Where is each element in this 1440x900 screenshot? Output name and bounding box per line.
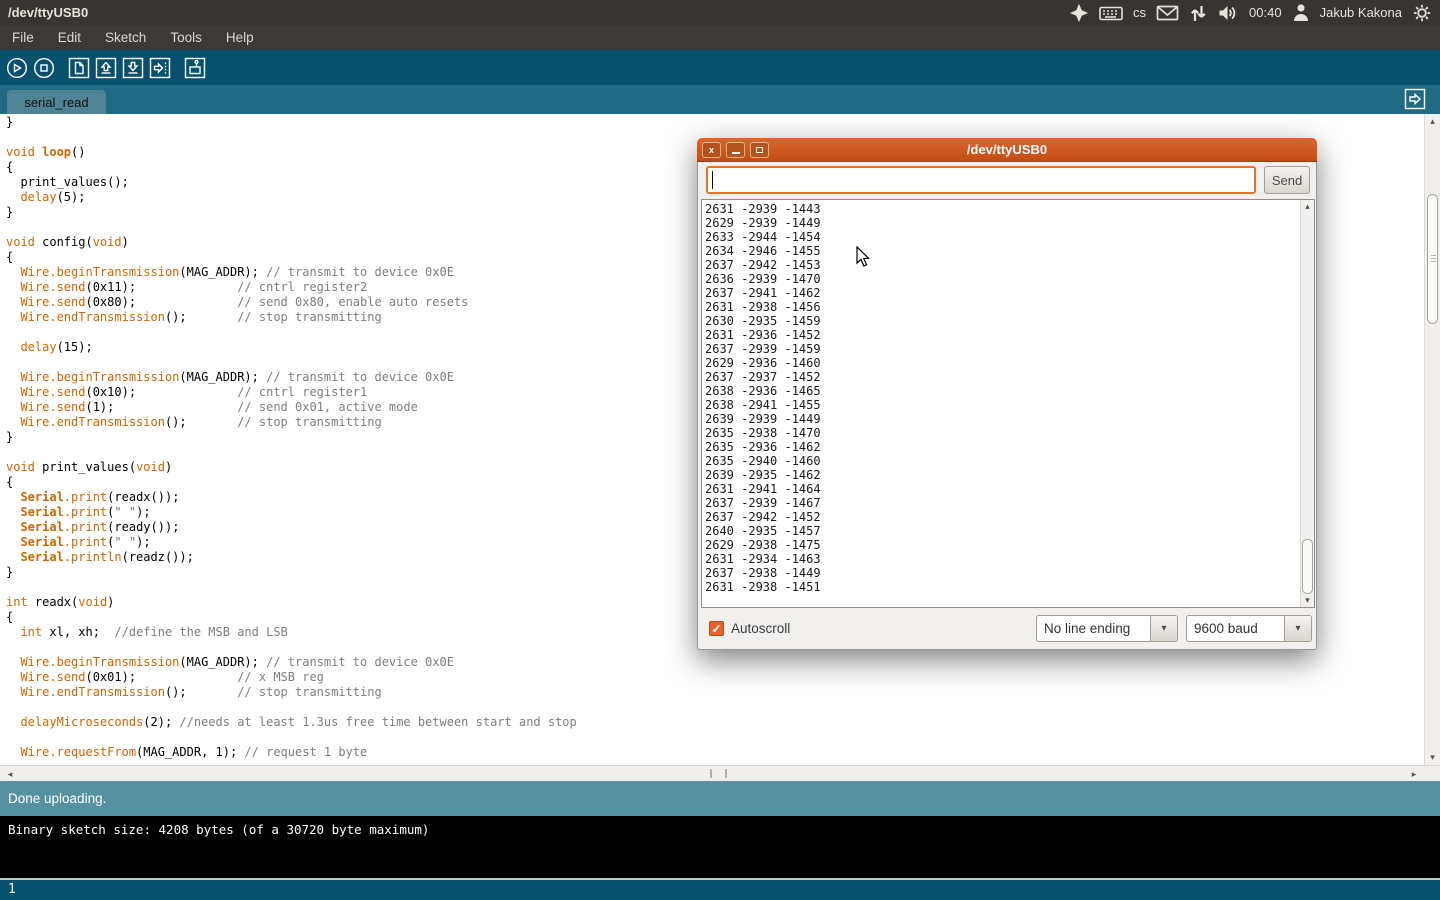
serial-output-area: 2631 -2939 -14432629 -2939 -14492633 -29… [701,199,1315,608]
close-icon[interactable]: x [702,142,721,158]
serial-monitor-title: /dev/ttyUSB0 [697,142,1317,157]
scroll-down-arrow[interactable]: ▾ [1425,753,1440,762]
serial-scroll-up-arrow[interactable]: ▴ [1301,202,1314,211]
new-sketch-button[interactable] [68,57,90,79]
tab-bar: serial_read [0,85,1440,114]
serial-scrollbar[interactable]: ▴ ▾ [1300,200,1314,607]
tab-label: serial_read [24,95,88,110]
current-line-number: 1 [8,882,16,897]
serial-monitor-bottom-bar: ✓ Autoscroll No line ending ▾ 9600 baud … [698,608,1316,650]
serial-monitor-titlebar[interactable]: x /dev/ttyUSB0 [697,138,1317,162]
ubuntuone-icon[interactable] [1069,3,1089,23]
editor-horizontal-scrollbar[interactable]: ◂ ▸ [0,765,1440,781]
save-sketch-button[interactable] [122,57,144,79]
editor-vscroll-thumb[interactable] [1427,194,1438,324]
serial-scroll-down-arrow[interactable]: ▾ [1301,596,1314,605]
baud-rate-dropdown[interactable]: 9600 baud ▾ [1186,615,1312,642]
status-message: Done uploading. [8,791,106,806]
autoscroll-label: Autoscroll [731,621,790,636]
keyboard-icon[interactable] [1099,3,1123,23]
status-bar: Done uploading. [0,781,1440,816]
menu-help[interactable]: Help [214,27,266,48]
volume-icon[interactable] [1217,3,1239,23]
serial-scroll-thumb[interactable] [1302,539,1313,594]
toolbar [0,50,1440,85]
line-ending-value: No line ending [1037,616,1150,641]
serial-output: 2631 -2939 -14432629 -2939 -14492633 -29… [702,200,1314,594]
editor-vertical-scrollbar[interactable]: ▴ ▾ [1424,114,1440,765]
scroll-right-arrow[interactable]: ▸ [1408,770,1420,779]
text-caret [712,171,713,189]
mail-icon[interactable] [1156,4,1179,22]
line-ending-dropdown[interactable]: No line ending ▾ [1036,615,1178,642]
menu-tools[interactable]: Tools [158,27,214,48]
clock[interactable]: 00:40 [1249,5,1282,20]
stop-button[interactable] [33,57,55,79]
scroll-left-arrow[interactable]: ◂ [4,770,16,779]
menu-edit[interactable]: Edit [46,27,93,48]
send-button[interactable]: Send [1264,166,1310,194]
session-gear-icon[interactable] [1412,3,1432,23]
serial-monitor-button[interactable] [184,57,206,79]
upload-button[interactable] [149,57,171,79]
keyboard-layout-label[interactable]: cs [1133,5,1146,20]
chevron-down-icon[interactable]: ▾ [1284,616,1311,641]
username-label[interactable]: Jakub Kakona [1320,5,1402,20]
open-sketch-button[interactable] [95,57,117,79]
line-number-bar: 1 [0,880,1440,900]
system-tray: cs 00:40 Jakub Kakona [1069,3,1440,23]
menu-file[interactable]: File [0,27,46,48]
menubar: File Edit Sketch Tools Help [0,25,1440,50]
console-line: Binary sketch size: 4208 bytes (of a 307… [8,822,429,837]
network-sync-icon[interactable] [1189,3,1207,23]
mouse-cursor [856,246,871,268]
minimize-icon[interactable] [726,142,745,158]
menu-sketch[interactable]: Sketch [93,27,158,48]
tab-serial-read[interactable]: serial_read [7,90,106,114]
panel-window-title: /dev/ttyUSB0 [0,5,88,20]
serial-monitor-window: x /dev/ttyUSB0 Send 2631 -2939 -14432629… [697,138,1317,650]
baud-rate-value: 9600 baud [1187,616,1284,641]
verify-button[interactable] [6,57,28,79]
console-output: Binary sketch size: 4208 bytes (of a 307… [0,816,1440,878]
scroll-up-arrow[interactable]: ▴ [1425,117,1440,126]
tab-menu-icon[interactable] [1404,88,1426,110]
user-icon[interactable] [1292,3,1310,22]
autoscroll-checkbox[interactable]: ✓ [709,621,724,636]
chevron-down-icon[interactable]: ▾ [1150,616,1177,641]
maximize-icon[interactable] [750,142,769,158]
top-panel: /dev/ttyUSB0 cs 00:40 Jakub Kakona [0,0,1440,25]
serial-send-input[interactable] [706,166,1256,194]
editor-hscroll-thumb[interactable] [710,769,727,778]
